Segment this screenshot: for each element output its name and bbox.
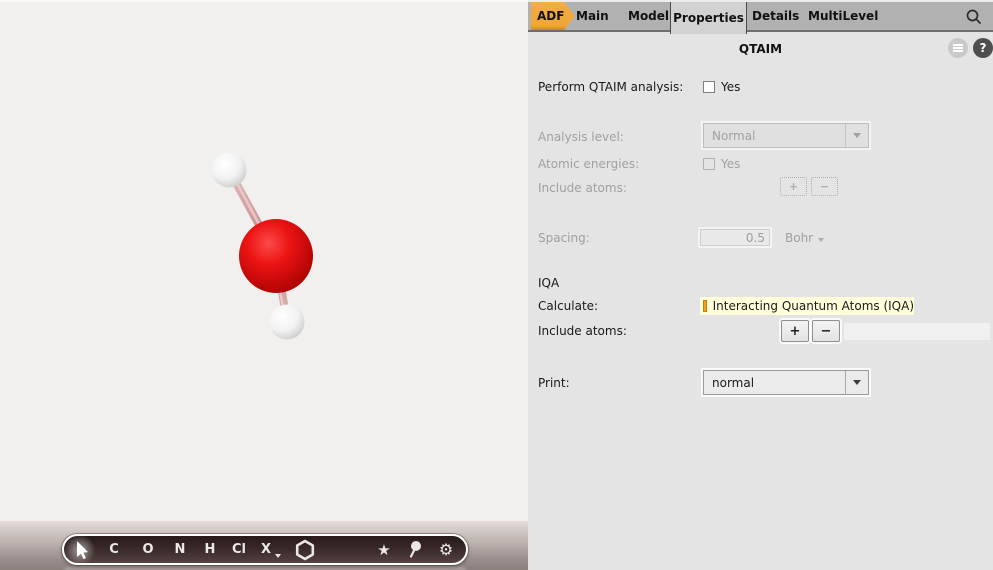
tab-main[interactable]: Main <box>576 9 609 23</box>
question-mark-icon: ? <box>979 41 987 55</box>
ams-input-window: C O N H Cl X ★ ⚙ ADF Main Model Properti… <box>0 0 993 570</box>
tab-bar-underline <box>528 30 993 32</box>
gear-icon: ⚙ <box>438 540 454 559</box>
print-select[interactable]: normal <box>703 370 869 395</box>
select-tool-button[interactable] <box>63 535 97 565</box>
atomic-energies-checkbox <box>703 158 715 170</box>
print-value: normal <box>712 376 755 390</box>
calculate-iqa-checkbox[interactable] <box>703 300 707 312</box>
spacing-unit-value: Bohr <box>785 231 814 245</box>
include-atoms-qtaim-add-button: + <box>780 177 807 196</box>
include-atoms-qtaim-remove-button: − <box>811 177 838 196</box>
tab-properties[interactable]: Properties <box>670 2 747 34</box>
star-icon: ★ <box>377 540 391 559</box>
balloon-tool-button[interactable] <box>404 537 426 562</box>
perform-qtaim-option-label: Yes <box>721 80 741 94</box>
structures-button[interactable]: ★ <box>372 537 396 562</box>
analysis-level-arrow <box>845 124 868 147</box>
include-atoms-iqa-label: Include atoms: <box>538 324 627 338</box>
analysis-level-select: Normal <box>703 123 869 148</box>
perform-qtaim-checkbox[interactable] <box>703 81 715 93</box>
atomic-energies-label: Atomic energies: <box>538 157 640 171</box>
element-button-o[interactable]: O <box>137 537 159 562</box>
ring-tool-button[interactable] <box>292 537 318 562</box>
chevron-down-icon <box>853 380 861 385</box>
tab-multilevel[interactable]: MultiLevel <box>808 9 878 23</box>
chevron-down-icon <box>853 133 861 138</box>
molecule-viewer-canvas[interactable]: C O N H Cl X ★ ⚙ <box>0 0 528 570</box>
include-atoms-iqa-remove-button[interactable]: − <box>812 320 840 342</box>
calculate-label: Calculate: <box>538 299 599 313</box>
settings-button[interactable]: ⚙ <box>434 537 458 562</box>
ring-tool-icon <box>295 539 315 560</box>
element-button-n[interactable]: N <box>169 537 191 562</box>
spacing-input <box>700 229 770 246</box>
include-atoms-qtaim-label: Include atoms: <box>538 181 627 195</box>
atom-hydrogen-1[interactable] <box>211 152 247 188</box>
atomic-energies-option-label: Yes <box>721 157 741 171</box>
element-button-c[interactable]: C <box>103 537 125 562</box>
analysis-level-value: Normal <box>712 129 756 143</box>
element-button-cl[interactable]: Cl <box>226 537 252 562</box>
include-atoms-iqa-add-button[interactable]: + <box>781 320 809 342</box>
print-label: Print: <box>538 376 570 390</box>
balloon-icon <box>409 540 421 558</box>
spacing-label: Spacing: <box>538 231 590 245</box>
atom-oxygen[interactable] <box>239 219 313 293</box>
builder-toolbar: C O N H Cl X ★ ⚙ <box>62 534 468 565</box>
tab-details[interactable]: Details <box>752 9 799 23</box>
page-title: QTAIM <box>738 42 783 56</box>
search-icon[interactable] <box>965 8 983 26</box>
include-atoms-iqa-input[interactable] <box>844 323 990 340</box>
iqa-section-heading: IQA <box>538 276 560 290</box>
tab-model[interactable]: Model <box>628 9 669 23</box>
element-button-x[interactable]: X <box>255 537 281 562</box>
perform-qtaim-label: Perform QTAIM analysis: <box>538 80 684 94</box>
element-x-label: X <box>260 542 272 557</box>
calculate-iqa-option-label: Interacting Quantum Atoms (IQA) <box>712 299 914 313</box>
properties-panel: ADF Main Model Properties Details MultiL… <box>528 0 993 570</box>
tab-adf[interactable]: ADF <box>531 2 575 30</box>
calculate-highlight-row: Interacting Quantum Atoms (IQA) <box>700 297 914 315</box>
selected-tool-glow <box>63 535 97 565</box>
element-button-h[interactable]: H <box>199 537 221 562</box>
print-arrow <box>845 371 868 394</box>
tab-bar: ADF Main Model Properties Details MultiL… <box>528 0 993 34</box>
molecule-h2o <box>211 152 313 340</box>
spacing-unit-select: Bohr <box>785 231 825 245</box>
element-dropdown-caret-icon <box>275 554 281 558</box>
atom-hydrogen-2[interactable] <box>269 304 305 340</box>
analysis-level-label: Analysis level: <box>538 130 624 144</box>
panel-menu-button[interactable] <box>948 38 968 58</box>
menu-icon <box>953 47 963 49</box>
unit-caret-icon <box>818 238 825 242</box>
help-button[interactable]: ? <box>973 38 993 58</box>
